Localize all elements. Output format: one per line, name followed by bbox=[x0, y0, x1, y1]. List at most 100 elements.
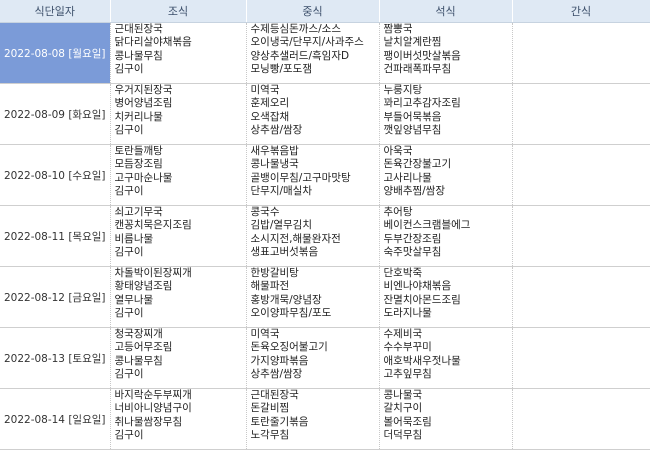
menu-item: 돈육오징어불고기 bbox=[250, 341, 328, 354]
menu-item: 양상추샐러드/흑임자D bbox=[250, 49, 350, 62]
lunch-cell[interactable]: 미역국 돈육오징어불고기 가지양파볶음 상추쌈/쌈장 bbox=[246, 327, 380, 389]
menu-item: 갈치구이 bbox=[383, 402, 423, 415]
snack-cell[interactable] bbox=[512, 83, 650, 145]
lunch-cell[interactable]: 수제등심돈까스/소스 오이냉국/단무지/사과주스 양상추샐러드/흑임자D 모닝빵/포도… bbox=[246, 22, 380, 84]
table-row[interactable]: 2022-08-14 [일요일] 바지락순두부찌개 너비아니양념구이 취나물쌈장무침 김… bbox=[0, 388, 650, 450]
snack-cell[interactable] bbox=[512, 205, 650, 267]
menu-item: 우거지된장국 bbox=[114, 84, 173, 96]
breakfast-cell[interactable]: 바지락순두부찌개 너비아니양념구이 취나물쌈장무침 김구이 bbox=[110, 388, 247, 450]
breakfast-cell[interactable]: 근대된장국 닭다리살야채볶음 콩나물무침 김구이 bbox=[110, 22, 247, 84]
menu-item: 취나물쌈장무침 bbox=[114, 415, 183, 428]
dinner-cell[interactable]: 아욱국 돈육간장불고기 고사리나물 양배추찜/쌈장 bbox=[379, 144, 513, 206]
menu-item: 바지락순두부찌개 bbox=[114, 389, 192, 401]
date-cell[interactable]: 2022-08-10 [수요일] bbox=[0, 144, 111, 206]
menu-item: 수수부꾸미 bbox=[383, 341, 432, 354]
snack-cell[interactable] bbox=[512, 266, 650, 328]
date-cell[interactable]: 2022-08-11 [목요일] bbox=[0, 205, 111, 267]
header-dinner[interactable]: 석식 bbox=[379, 0, 513, 23]
date-cell[interactable]: 2022-08-12 [금요일] bbox=[0, 266, 111, 328]
menu-item: 오이냉국/단무지/사과주스 bbox=[250, 36, 364, 49]
menu-item: 건파래폭파무침 bbox=[383, 63, 452, 76]
snack-cell[interactable] bbox=[512, 388, 650, 450]
breakfast-cell[interactable]: 청국장찌개 고등어무조림 콩나물무침 김구이 bbox=[110, 327, 247, 389]
menu-item: 잔멸치아몬드조림 bbox=[383, 293, 461, 306]
menu-item: 김구이 bbox=[114, 63, 144, 76]
menu-item: 미역국 bbox=[250, 84, 280, 96]
menu-item: 더덕무침 bbox=[383, 429, 423, 442]
lunch-cell[interactable]: 콩국수 김밥/열무김치 소시지전,해물완자전 생표고버섯볶음 bbox=[246, 205, 380, 267]
dinner-cell[interactable]: 단호박죽 비엔나야채볶음 잔멸치아몬드조림 도라지나물 bbox=[379, 266, 513, 328]
menu-item: 애호박새우젓나물 bbox=[383, 354, 461, 367]
menu-item: 볼어묵조림 bbox=[383, 415, 432, 428]
menu-item: 비름나물 bbox=[114, 232, 154, 245]
dinner-cell[interactable]: 추어탕 베이컨스크램블에그 두부간장조림 숙주맛살무침 bbox=[379, 205, 513, 267]
date-cell[interactable]: 2022-08-08 [월요일] bbox=[0, 22, 111, 84]
menu-item: 생표고버섯볶음 bbox=[250, 246, 319, 259]
menu-item: 골뱅이무침/고구마맛탕 bbox=[250, 171, 351, 184]
menu-item: 오색잡채 bbox=[250, 110, 290, 123]
breakfast-cell[interactable]: 우거지된장국 병어양념조림 치커리나물 김구이 bbox=[110, 83, 247, 145]
dinner-cell[interactable]: 누룽지탕 꽈리고추감자조림 부들어묵볶음 깻잎양념무침 bbox=[379, 83, 513, 145]
menu-item: 콩나물국 bbox=[383, 389, 423, 401]
table-row[interactable]: 2022-08-10 [수요일] 토란들깨탕 모듬장조림 고구마순나물 김구이 새우볶음밥… bbox=[0, 144, 650, 206]
snack-cell[interactable] bbox=[512, 327, 650, 389]
breakfast-cell[interactable]: 쇠고기무국 캔꽁치묵은지조림 비름나물 김구이 bbox=[110, 205, 247, 267]
menu-item: 김구이 bbox=[114, 307, 144, 320]
menu-item: 꽈리고추감자조림 bbox=[383, 97, 461, 110]
date-cell[interactable]: 2022-08-09 [화요일] bbox=[0, 83, 111, 145]
dinner-cell[interactable]: 짬뽕국 날치알계란찜 팽이버섯맛살볶음 건파래폭파무침 bbox=[379, 22, 513, 84]
table-row[interactable]: 2022-08-12 [금요일] 차돌박이된장찌개 황태양념조림 열무나물 김구이 한방갈… bbox=[0, 266, 650, 328]
table-row[interactable]: 2022-08-11 [목요일] 쇠고기무국 캔꽁치묵은지조림 비름나물 김구이 콩국수 김… bbox=[0, 205, 650, 267]
menu-item: 팽이버섯맛살볶음 bbox=[383, 49, 461, 62]
menu-item: 치커리나물 bbox=[114, 110, 163, 123]
menu-item: 도라지나물 bbox=[383, 307, 432, 320]
menu-item: 고구마순나물 bbox=[114, 171, 173, 184]
dinner-cell[interactable]: 수제비국 수수부꾸미 애호박새우젓나물 고추잎무침 bbox=[379, 327, 513, 389]
menu-item: 고등어무조림 bbox=[114, 341, 173, 354]
menu-item: 닭다리살야채볶음 bbox=[114, 36, 192, 49]
meal-table: 식단일자 조식 중식 석식 간식 2022-08-08 [월요일] 근대된장국 닭다… bbox=[0, 0, 650, 450]
menu-item: 해물파전 bbox=[250, 280, 290, 293]
menu-item: 고사리나물 bbox=[383, 171, 432, 184]
dinner-cell[interactable]: 콩나물국 갈치구이 볼어묵조림 더덕무침 bbox=[379, 388, 513, 450]
menu-item: 비엔나야채볶음 bbox=[383, 280, 452, 293]
table-row[interactable]: 2022-08-09 [화요일] 우거지된장국 병어양념조림 치커리나물 김구이 미역국 훈… bbox=[0, 83, 650, 145]
snack-cell[interactable] bbox=[512, 22, 650, 84]
menu-item: 김구이 bbox=[114, 246, 144, 259]
menu-item: 단호박죽 bbox=[383, 267, 423, 279]
menu-item: 토란줄기볶음 bbox=[250, 415, 309, 428]
menu-item: 콩나물냉국 bbox=[250, 158, 299, 171]
lunch-cell[interactable]: 한방갈비탕 해물파전 홍방개묵/양념장 오이양파무침/포도 bbox=[246, 266, 380, 328]
menu-item: 콩나물무침 bbox=[114, 49, 163, 62]
menu-item: 숙주맛살무침 bbox=[383, 246, 442, 259]
menu-item: 짬뽕국 bbox=[383, 23, 413, 35]
menu-item: 새우볶음밥 bbox=[250, 145, 299, 157]
lunch-cell[interactable]: 미역국 훈제오리 오색잡채 상추쌈/쌈장 bbox=[246, 83, 380, 145]
lunch-cell[interactable]: 근대된장국 돈갈비찜 토란줄기볶음 노각무침 bbox=[246, 388, 380, 450]
table-row[interactable]: 2022-08-08 [월요일] 근대된장국 닭다리살야채볶음 콩나물무침 김구이 수제등… bbox=[0, 22, 650, 84]
menu-item: 추어탕 bbox=[383, 206, 413, 218]
menu-item: 아욱국 bbox=[383, 145, 413, 157]
menu-item: 노각무침 bbox=[250, 429, 290, 442]
header-row: 식단일자 조식 중식 석식 간식 bbox=[0, 0, 650, 23]
breakfast-cell[interactable]: 차돌박이된장찌개 황태양념조림 열무나물 김구이 bbox=[110, 266, 247, 328]
breakfast-cell[interactable]: 토란들깨탕 모듬장조림 고구마순나물 김구이 bbox=[110, 144, 247, 206]
menu-item: 누룽지탕 bbox=[383, 84, 423, 96]
header-snack[interactable]: 간식 bbox=[512, 0, 650, 23]
menu-item: 상추쌈/쌈장 bbox=[250, 124, 303, 137]
header-breakfast[interactable]: 조식 bbox=[110, 0, 247, 23]
menu-item: 한방갈비탕 bbox=[250, 267, 299, 279]
lunch-cell[interactable]: 새우볶음밥 콩나물냉국 골뱅이무침/고구마맛탕 단무지/매실차 bbox=[246, 144, 380, 206]
meal-table-body: 2022-08-08 [월요일] 근대된장국 닭다리살야채볶음 콩나물무침 김구이 수제등… bbox=[0, 22, 650, 450]
menu-item: 소시지전,해물완자전 bbox=[250, 232, 341, 245]
header-date[interactable]: 식단일자 bbox=[0, 0, 111, 23]
table-row[interactable]: 2022-08-13 [토요일] 청국장찌개 고등어무조림 콩나물무침 김구이 미역국 돈육… bbox=[0, 327, 650, 389]
menu-item: 미역국 bbox=[250, 328, 280, 340]
header-lunch[interactable]: 중식 bbox=[246, 0, 380, 23]
date-cell[interactable]: 2022-08-14 [일요일] bbox=[0, 388, 111, 450]
snack-cell[interactable] bbox=[512, 144, 650, 206]
date-cell[interactable]: 2022-08-13 [토요일] bbox=[0, 327, 111, 389]
menu-item: 상추쌈/쌈장 bbox=[250, 368, 303, 381]
menu-item: 깻잎양념무침 bbox=[383, 124, 442, 137]
menu-item: 단무지/매실차 bbox=[250, 185, 313, 198]
